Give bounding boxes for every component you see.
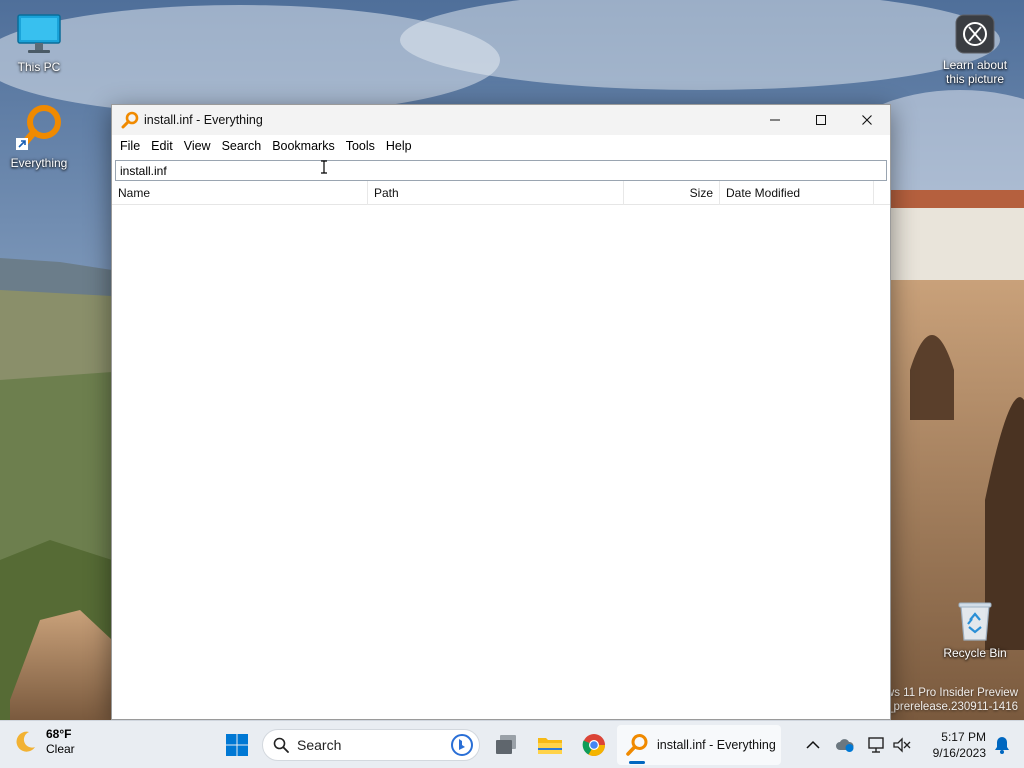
search-row xyxy=(112,157,890,184)
menu-file[interactable]: File xyxy=(115,139,145,153)
watermark-line: ws 11 Pro Insider Preview xyxy=(885,687,1018,699)
window-title: install.inf - Everything xyxy=(144,113,263,127)
show-hidden-icons-button[interactable] xyxy=(800,725,826,765)
clock-date: 9/16/2023 xyxy=(932,746,986,760)
bing-icon xyxy=(451,734,473,756)
desktop-icon-everything[interactable]: Everything xyxy=(0,104,78,170)
recycle-bin-icon xyxy=(958,602,992,641)
folder-icon xyxy=(538,738,562,754)
minimize-icon xyxy=(770,119,780,121)
everything-magnifier-icon xyxy=(16,105,61,150)
column-header-name[interactable]: Name xyxy=(112,181,368,205)
menu-search[interactable]: Search xyxy=(217,139,267,153)
taskbar: 68°F Clear Search install.inf - Everythi… xyxy=(0,720,1024,768)
task-view-button[interactable] xyxy=(488,725,524,765)
network-tray-icon-button[interactable] xyxy=(864,725,890,765)
column-label: Date Modified xyxy=(726,186,801,200)
close-icon xyxy=(862,115,872,125)
desktop-icon-label: Recycle Bin xyxy=(943,646,1007,660)
menu-help[interactable]: Help xyxy=(381,139,417,153)
everything-app-icon xyxy=(112,111,142,129)
volume-tray-icon-button[interactable] xyxy=(890,725,914,765)
bell-icon xyxy=(995,737,1009,754)
windows-logo-icon xyxy=(226,734,248,756)
maximize-icon xyxy=(816,115,826,125)
task-view-icon xyxy=(496,735,516,754)
cloud-sync-icon xyxy=(836,739,854,752)
column-header-date-modified[interactable]: Date Modified xyxy=(720,181,874,205)
weather-condition: Clear xyxy=(46,742,75,756)
clock-time: 5:17 PM xyxy=(941,730,986,744)
watermark-line: s_prerelease.230911-1416 xyxy=(881,701,1018,713)
taskbar-everything-app[interactable]: install.inf - Everything xyxy=(617,725,781,765)
file-explorer-button[interactable] xyxy=(532,725,568,765)
weather-widget[interactable]: 68°F Clear xyxy=(12,727,75,757)
chrome-button[interactable] xyxy=(576,725,612,765)
minimize-button[interactable] xyxy=(752,105,798,135)
ibeam-cursor-icon xyxy=(321,160,327,174)
desktop-icon-learn-about-picture[interactable]: Learn about this picture xyxy=(936,12,1014,86)
menu-bar: File Edit View Search Bookmarks Tools He… xyxy=(112,135,890,157)
start-button[interactable] xyxy=(220,725,254,765)
chrome-icon xyxy=(582,734,605,756)
maximize-button[interactable] xyxy=(798,105,844,135)
desktop-icon-label: Everything xyxy=(10,156,68,170)
volume-muted-icon xyxy=(893,737,911,753)
column-header-size[interactable]: Size xyxy=(624,181,720,205)
active-app-indicator xyxy=(629,761,645,764)
everything-magnifier-icon xyxy=(626,734,648,756)
results-list[interactable] xyxy=(112,206,890,719)
chevron-up-icon xyxy=(806,740,820,749)
taskbar-search-placeholder: Search xyxy=(297,737,342,753)
column-header-path[interactable]: Path xyxy=(368,181,624,205)
column-label: Size xyxy=(689,186,713,200)
search-icon xyxy=(273,737,289,753)
desktop-icon-recycle-bin[interactable]: Recycle Bin xyxy=(936,598,1014,660)
taskbar-clock[interactable]: 5:17 PM 9/16/2023 xyxy=(920,729,986,761)
results-column-header: Name Path Size Date Modified xyxy=(112,181,890,205)
onedrive-tray-icon-button[interactable] xyxy=(832,725,858,765)
title-bar[interactable]: install.inf - Everything xyxy=(112,105,890,135)
desktop-icon-label: Learn about this picture xyxy=(942,58,1008,86)
notifications-button[interactable] xyxy=(988,725,1016,765)
menu-bookmarks[interactable]: Bookmarks xyxy=(267,139,340,153)
os-build-watermark: ws 11 Pro Insider Preview s_prerelease.2… xyxy=(881,686,1018,714)
column-label: Name xyxy=(118,186,151,200)
close-button[interactable] xyxy=(844,105,890,135)
moon-icon xyxy=(16,731,35,752)
camera-info-icon xyxy=(955,14,995,54)
desktop-icon-label: This PC xyxy=(17,60,61,74)
menu-view[interactable]: View xyxy=(179,139,216,153)
taskbar-app-label: install.inf - Everything xyxy=(657,738,776,752)
weather-temperature: 68°F xyxy=(46,727,72,741)
monitor-icon xyxy=(17,14,61,53)
taskbar-search-box[interactable]: Search xyxy=(262,729,480,761)
menu-edit[interactable]: Edit xyxy=(146,139,178,153)
search-input[interactable] xyxy=(115,160,887,181)
everything-window[interactable]: install.inf - Everything File Edit View … xyxy=(111,104,891,720)
menu-tools[interactable]: Tools xyxy=(341,139,380,153)
network-icon xyxy=(868,737,884,753)
desktop-icon-this-pc[interactable]: This PC xyxy=(0,8,78,74)
column-label: Path xyxy=(374,186,399,200)
